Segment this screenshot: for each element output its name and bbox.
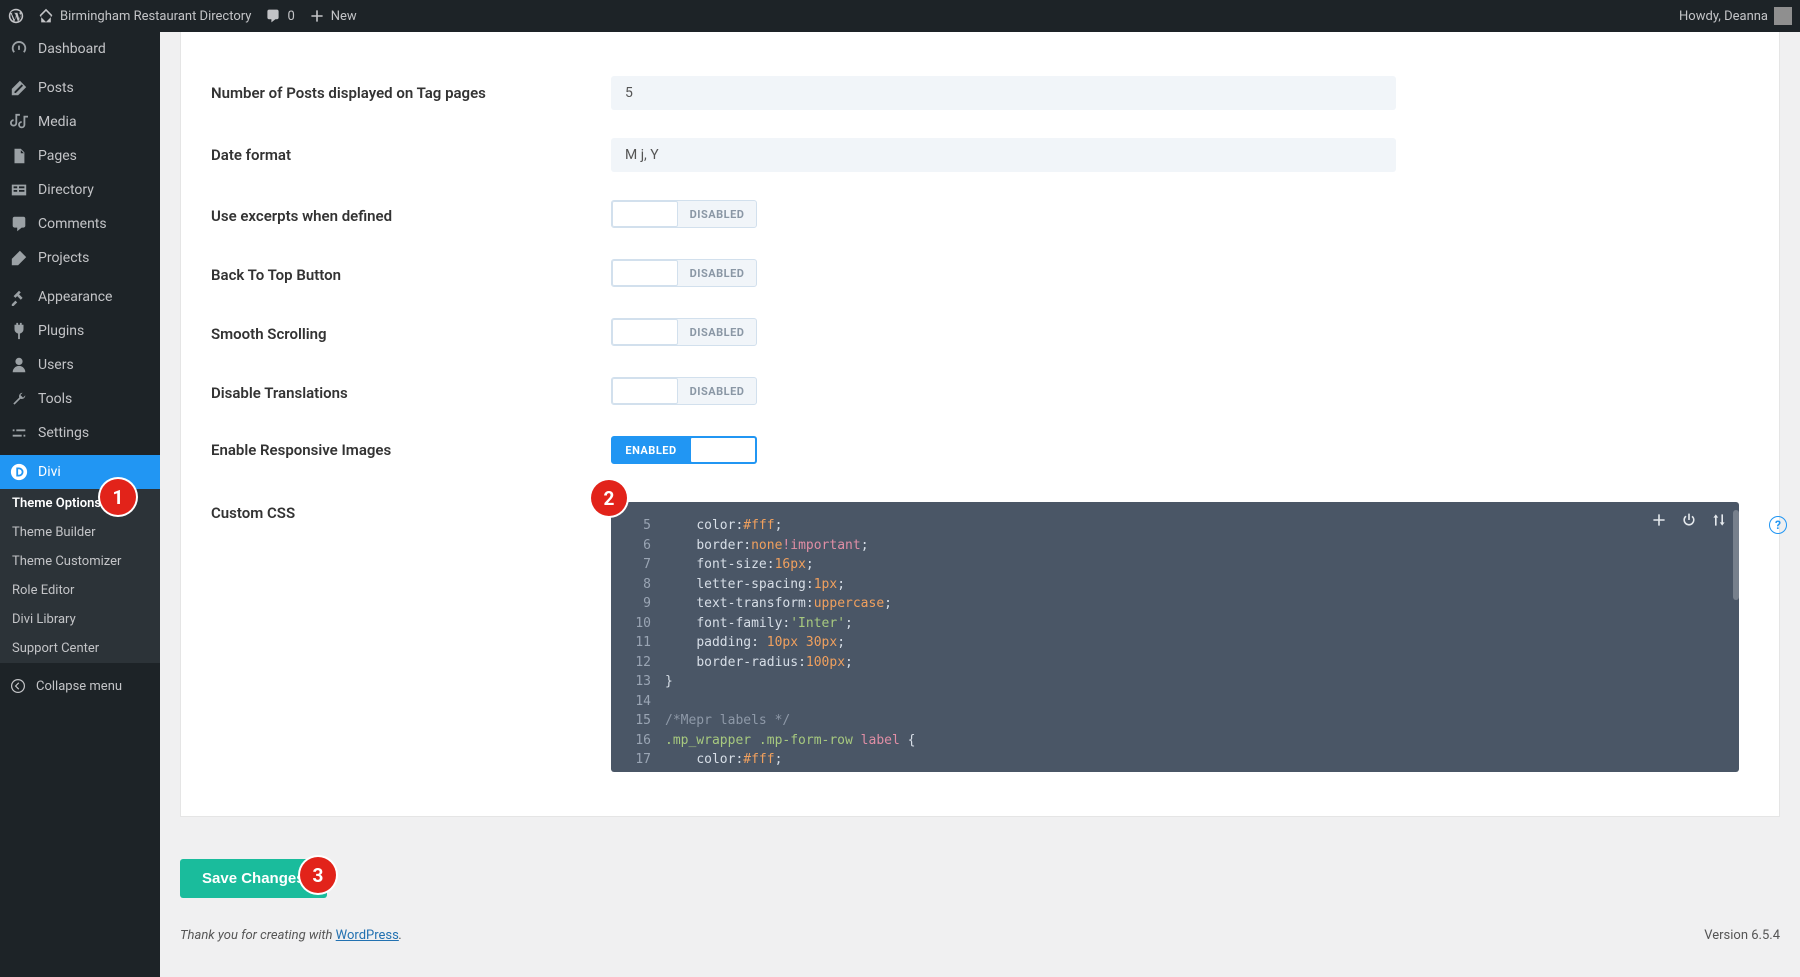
site-link[interactable]: Birmingham Restaurant Directory [38,8,251,24]
help-icon[interactable]: ? [1769,516,1787,534]
toggle-back-to-top[interactable]: DISABLED [611,259,757,287]
custom-css-editor-wrap: 5 color:#fff;6 border:none!important;7 f… [611,502,1739,772]
comments-link[interactable]: 0 [265,8,294,24]
divi-submenu: Theme Options Theme Builder Theme Custom… [0,489,160,663]
label-back-to-top: Back To Top Button [211,266,611,284]
version-text: Version 6.5.4 [1704,928,1780,943]
annotation-badge-3: 3 [300,857,336,893]
menu-users[interactable]: Users [0,348,160,382]
submenu-theme-options[interactable]: Theme Options [0,489,160,518]
menu-tools[interactable]: Tools [0,382,160,416]
label-date-format: Date format [211,146,611,164]
submenu-support-center[interactable]: Support Center [0,634,160,663]
input-date-format[interactable] [611,138,1396,172]
new-link[interactable]: New [309,8,357,24]
admin-bar: Birmingham Restaurant Directory 0 New Ho… [0,0,1800,32]
menu-directory[interactable]: Directory [0,173,160,207]
content: Number of Posts displayed on Tag pages D… [160,0,1800,963]
label-tag-posts: Number of Posts displayed on Tag pages [211,84,611,102]
power-icon[interactable] [1681,512,1697,528]
menu-plugins[interactable]: Plugins [0,314,160,348]
label-responsive-images: Enable Responsive Images [211,441,611,459]
theme-options-panel: Number of Posts displayed on Tag pages D… [180,32,1780,817]
input-tag-posts[interactable] [611,76,1396,110]
toggle-responsive-images[interactable]: ENABLED [611,436,757,464]
add-icon[interactable] [1651,512,1667,528]
avatar [1774,7,1792,25]
collapse-menu[interactable]: Collapse menu [0,668,160,704]
label-excerpts: Use excerpts when defined [211,207,611,225]
new-label: New [331,9,357,24]
menu-posts[interactable]: Posts [0,71,160,105]
menu-projects[interactable]: Projects [0,241,160,275]
row-excerpts: Use excerpts when defined DISABLED [211,186,1739,245]
wp-logo[interactable] [8,8,24,24]
submenu-role-editor[interactable]: Role Editor [0,576,160,605]
menu-media[interactable]: Media [0,105,160,139]
sort-icon[interactable] [1711,512,1727,528]
row-custom-css: Custom CSS 5 color:#fff;6 border:none!im… [211,478,1739,786]
menu-comments[interactable]: Comments [0,207,160,241]
code-toolbar [1651,512,1727,528]
row-disable-translations: Disable Translations DISABLED [211,363,1739,422]
label-custom-css: Custom CSS [211,492,611,522]
row-tag-posts: Number of Posts displayed on Tag pages [211,62,1739,124]
howdy-link[interactable]: Howdy, Deanna [1679,7,1792,25]
submenu-divi-library[interactable]: Divi Library [0,605,160,634]
label-disable-translations: Disable Translations [211,384,611,402]
submenu-theme-customizer[interactable]: Theme Customizer [0,547,160,576]
site-name: Birmingham Restaurant Directory [60,9,251,24]
custom-css-editor[interactable]: 5 color:#fff;6 border:none!important;7 f… [611,502,1739,772]
menu-pages[interactable]: Pages [0,139,160,173]
row-date-format: Date format [211,124,1739,186]
toggle-disable-translations[interactable]: DISABLED [611,377,757,405]
save-row: Save Changes [160,837,1800,908]
row-responsive-images: Enable Responsive Images ENABLED [211,422,1739,478]
row-smooth-scroll: Smooth Scrolling DISABLED [211,304,1739,363]
howdy-text: Howdy, Deanna [1679,9,1768,24]
label-smooth-scroll: Smooth Scrolling [211,325,611,343]
toggle-excerpts[interactable]: DISABLED [611,200,757,228]
menu-appearance[interactable]: Appearance [0,280,160,314]
admin-menu: Dashboard Posts Media Pages Directory Co… [0,32,160,977]
footer: Thank you for creating with WordPress. V… [160,908,1800,963]
row-back-to-top: Back To Top Button DISABLED [211,245,1739,304]
annotation-badge-2: 2 [591,480,627,516]
menu-divi[interactable]: Divi [0,455,160,489]
toggle-smooth-scroll[interactable]: DISABLED [611,318,757,346]
comments-count: 0 [287,9,294,24]
submenu-theme-builder[interactable]: Theme Builder [0,518,160,547]
wordpress-link[interactable]: WordPress [336,928,399,943]
annotation-badge-1: 1 [100,479,136,515]
code-scrollbar[interactable] [1733,510,1739,600]
menu-settings[interactable]: Settings [0,416,160,450]
menu-dashboard[interactable]: Dashboard [0,32,160,66]
footer-text: Thank you for creating with WordPress. [180,928,402,943]
